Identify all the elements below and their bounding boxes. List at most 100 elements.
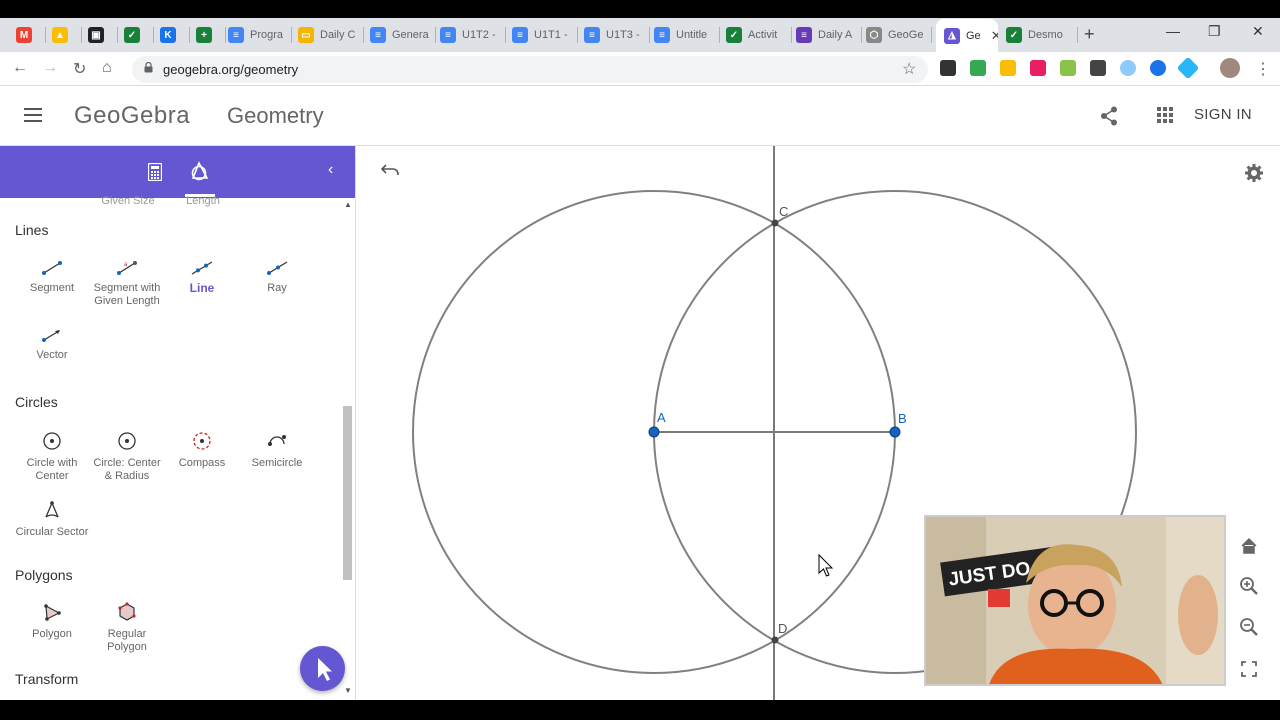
browser-tab-strip: M ▲ ▣ ✓ K + ≡ Progra ▭ Daily C ≡ Genera ≡ U1T2 - ≡ U1T1… [0, 0, 1280, 52]
extension-new-icon[interactable] [940, 60, 956, 76]
extension-screencastify-icon[interactable] [970, 60, 986, 76]
tool-line[interactable]: Line [164, 260, 240, 296]
point-a[interactable] [648, 426, 660, 438]
browser-tab[interactable]: + [196, 22, 226, 48]
browser-tab[interactable]: ▭ Daily C [298, 22, 364, 48]
browser-tab[interactable]: ≡ U1T2 - [440, 22, 506, 48]
browser-menu-icon[interactable]: ⋮ [1255, 59, 1271, 79]
reload-icon[interactable]: ↻ [73, 59, 86, 79]
apps-grid-icon[interactable] [1157, 107, 1173, 123]
new-tab-button[interactable]: + [1084, 24, 1095, 45]
browser-tab[interactable]: ≡ Progra [228, 22, 292, 48]
browser-tab-label: Ge [966, 29, 981, 42]
browser-tab[interactable]: ▣ [88, 22, 118, 48]
browser-tab[interactable]: M [16, 22, 46, 48]
browser-tab[interactable]: ≡ U1T3 - [584, 22, 650, 48]
tool-list: Given Size Length Lines Segment a Segmen… [0, 195, 340, 700]
zoom-out-icon[interactable] [1238, 616, 1260, 638]
back-icon[interactable]: ← [12, 59, 28, 77]
extension-badge-icon[interactable] [1030, 60, 1046, 76]
geogebra-logo[interactable]: GeoGebra [74, 102, 190, 130]
circular-sector-tool-icon [45, 501, 59, 518]
browser-tab-label: U1T3 - [606, 29, 640, 41]
semicircle-tool-icon [268, 435, 286, 446]
extension-k-icon[interactable] [1150, 60, 1166, 76]
move-tool-button[interactable] [300, 646, 345, 691]
profile-avatar[interactable] [1220, 58, 1240, 78]
scroll-up-arrow-icon[interactable]: ▲ [344, 200, 352, 209]
app-header: GeoGebra Geometry SIGN IN [0, 86, 1280, 146]
browser-tab[interactable]: ✓ [124, 22, 154, 48]
point-c-label: C [779, 204, 788, 219]
scroll-down-arrow-icon[interactable]: ▼ [344, 686, 352, 695]
fullscreen-icon[interactable] [1238, 658, 1260, 680]
home-icon[interactable]: ⌂ [102, 59, 112, 77]
panel-scrollbar-thumb[interactable] [343, 406, 352, 580]
polygon-tool-icon [44, 604, 61, 621]
tool-regular-polygon[interactable]: Regular Polygon [89, 602, 165, 654]
tool-length-clipped[interactable]: Length [165, 195, 241, 208]
browser-tab[interactable]: ◮ Ge ✕ [936, 19, 998, 52]
tool-circular-sector[interactable]: Circular Sector [14, 500, 90, 539]
tool-segment[interactable]: Segment [14, 260, 90, 295]
tool-circle-with-center[interactable]: Circle with Center [14, 431, 90, 483]
extension-diamond-icon[interactable] [1176, 56, 1200, 80]
browser-tab[interactable]: ≡ Untitle [654, 22, 720, 48]
browser-tab[interactable]: ✓ Activit [726, 22, 792, 48]
tab-separator [117, 27, 118, 43]
tool-polygon[interactable]: Polygon [14, 602, 90, 641]
undo-icon[interactable] [380, 163, 400, 177]
tab-separator [81, 27, 82, 43]
browser-tab-label: Untitle [676, 29, 708, 41]
collapse-panel-chevron-icon[interactable]: ‹ [328, 161, 333, 179]
home-view-icon[interactable] [1238, 535, 1260, 557]
tool-given-size-clipped[interactable]: Given Size [90, 195, 166, 208]
tab-separator [45, 27, 46, 43]
sign-in-button[interactable]: SIGN IN [1194, 106, 1252, 123]
point-c[interactable] [771, 219, 779, 227]
browser-tab[interactable]: ⬡ GeoGe [866, 22, 932, 48]
extension-pencil-icon[interactable] [1060, 60, 1076, 76]
browser-tab[interactable]: ≡ U1T1 - [512, 22, 578, 48]
point-d[interactable] [771, 636, 779, 644]
panel-header: ‹ [0, 146, 355, 198]
extension-circle-icon[interactable] [1120, 60, 1136, 76]
tab-separator [291, 27, 292, 43]
algebra-tab-calculator-icon[interactable] [148, 163, 162, 181]
browser-tab[interactable]: ✓ Desmo [1006, 22, 1078, 48]
tool-segment-given-length[interactable]: a Segment with Given Length [89, 260, 165, 308]
tab-separator [719, 27, 720, 43]
minimize-button[interactable]: — [1166, 23, 1180, 39]
bookmark-star-icon[interactable]: ☆ [902, 59, 916, 79]
tool-label: Circular Sector [15, 526, 89, 538]
restore-button[interactable]: ❐ [1208, 23, 1221, 40]
extension-l-icon[interactable] [1090, 60, 1106, 76]
hamburger-menu-icon[interactable] [24, 108, 42, 122]
close-tab-icon[interactable]: ✕ [991, 28, 998, 44]
extension-shield-icon[interactable] [1000, 60, 1016, 76]
close-window-button[interactable]: ✕ [1252, 23, 1264, 40]
zoom-in-icon[interactable] [1238, 575, 1260, 597]
gmail-icon: M [16, 27, 32, 43]
segment-tool-icon [42, 261, 62, 275]
browser-tab[interactable]: ▲ [52, 22, 82, 48]
point-b[interactable] [889, 426, 901, 438]
tool-vector[interactable]: Vector [14, 327, 90, 362]
address-bar[interactable]: geogebra.org/geometry ☆ [132, 56, 928, 83]
letterbox-top [0, 0, 1280, 18]
tool-semicircle[interactable]: Semicircle [239, 431, 315, 470]
share-icon[interactable] [1100, 106, 1118, 126]
webcam-overlay: JUST DO IT [924, 515, 1226, 686]
tool-circle-center-radius[interactable]: Circle: Center & Radius [89, 431, 165, 483]
docs-icon: ≡ [228, 27, 244, 43]
tool-compass[interactable]: Compass [164, 431, 240, 470]
browser-tab[interactable]: ≡ Genera [370, 22, 436, 48]
browser-tab[interactable]: ≡ Daily A [796, 22, 862, 48]
tab-separator [435, 27, 436, 43]
forward-icon[interactable]: → [42, 59, 58, 77]
browser-tab[interactable]: K [160, 22, 190, 48]
settings-gear-icon[interactable] [1244, 163, 1264, 183]
desmos-icon: ✓ [1006, 27, 1022, 43]
tools-tab-geometry-icon[interactable] [190, 161, 210, 181]
tool-ray[interactable]: Ray [239, 260, 315, 295]
